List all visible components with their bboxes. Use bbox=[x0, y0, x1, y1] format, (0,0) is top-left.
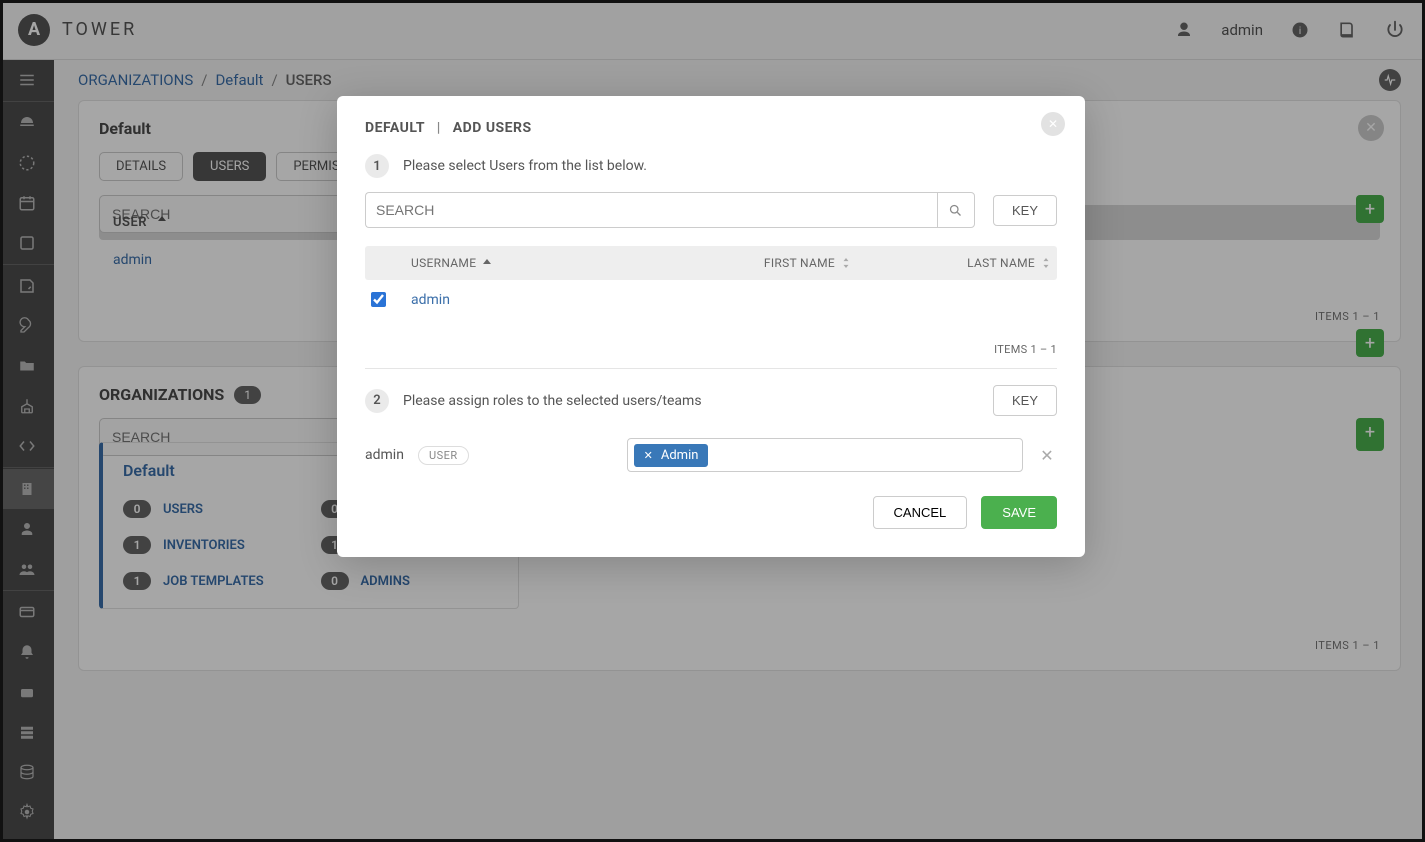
role-select-input[interactable]: ✕ Admin bbox=[627, 438, 1023, 472]
user-row-checkbox[interactable] bbox=[371, 292, 386, 307]
chip-remove-icon[interactable]: ✕ bbox=[644, 449, 653, 462]
sort-double-icon bbox=[1041, 258, 1051, 268]
step-2-number: 2 bbox=[365, 389, 389, 413]
modal-table-row: admin bbox=[365, 280, 1057, 323]
save-button[interactable]: SAVE bbox=[981, 496, 1057, 529]
assign-username: admin bbox=[365, 447, 404, 463]
key-button-2[interactable]: KEY bbox=[993, 385, 1057, 416]
add-users-modal: ✕ DEFAULT | ADD USERS 1 Please select Us… bbox=[337, 96, 1085, 557]
modal-table-header: USERNAME FIRST NAME LAST NAME bbox=[365, 246, 1057, 280]
role-chip: ✕ Admin bbox=[634, 444, 709, 467]
step-1-number: 1 bbox=[365, 154, 389, 178]
step-1-text: Please select Users from the list below. bbox=[403, 158, 647, 174]
row-remove-icon[interactable]: ✕ bbox=[1037, 446, 1057, 465]
cancel-button[interactable]: CANCEL bbox=[873, 496, 968, 529]
step-2-text: Please assign roles to the selected user… bbox=[403, 393, 702, 409]
modal-close-icon[interactable]: ✕ bbox=[1041, 112, 1065, 136]
search-icon[interactable] bbox=[937, 192, 975, 228]
sort-caret-icon bbox=[482, 258, 492, 268]
modal-search-input[interactable] bbox=[365, 192, 937, 228]
col-last-name[interactable]: LAST NAME bbox=[851, 256, 1051, 270]
modal-items-footer: ITEMS 1 – 1 bbox=[365, 343, 1057, 369]
sort-double-icon bbox=[841, 258, 851, 268]
assign-type-pill: USER bbox=[418, 446, 469, 465]
key-button[interactable]: KEY bbox=[993, 195, 1057, 226]
username-link[interactable]: admin bbox=[411, 292, 450, 308]
col-username[interactable]: USERNAME bbox=[411, 256, 651, 270]
modal-title: DEFAULT | ADD USERS bbox=[365, 120, 1057, 136]
col-first-name[interactable]: FIRST NAME bbox=[651, 256, 851, 270]
role-assign-row: admin USER ✕ Admin ✕ bbox=[365, 438, 1057, 472]
